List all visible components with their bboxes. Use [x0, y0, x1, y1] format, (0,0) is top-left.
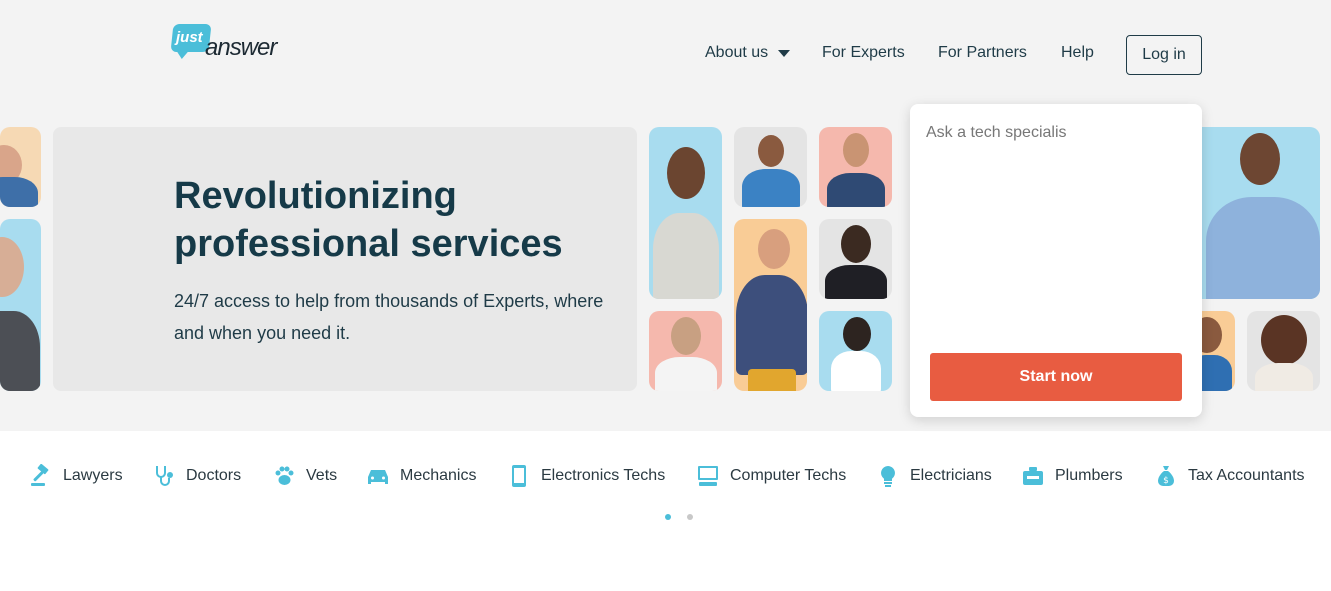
car-icon [368, 470, 388, 484]
gavel-icon [31, 464, 49, 486]
category-label: Computer Techs [730, 467, 847, 484]
category-label: Vets [306, 467, 338, 484]
nav-about-label: About us [705, 44, 769, 61]
nav-about-us[interactable]: About us [705, 44, 791, 62]
hero-headline: Revolutionizing professional services [174, 175, 563, 265]
expert-photo-tile [819, 311, 892, 391]
category-tax-accountants[interactable]: $ Tax Accountants [1154, 458, 1305, 494]
category-lawyers[interactable]: Lawyers [29, 458, 123, 494]
category-electricians[interactable]: Electricians [876, 458, 992, 494]
category-label: Lawyers [63, 467, 123, 484]
justanswer-logo[interactable]: just answer [170, 22, 292, 62]
chevron-down-icon [778, 49, 791, 57]
category-doctors[interactable]: Doctors [152, 458, 241, 494]
expert-photo-tile [819, 127, 892, 207]
svg-text:$: $ [1163, 476, 1169, 486]
expert-photo-tile [649, 311, 722, 391]
expert-photo-tile [0, 219, 41, 391]
toolbox-icon [1023, 467, 1043, 485]
stethoscope-icon [156, 466, 173, 486]
category-vets[interactable]: Vets [272, 458, 337, 494]
category-label: Tax Accountants [1188, 467, 1305, 484]
expert-photo-tile [649, 127, 722, 299]
category-plumbers[interactable]: Plumbers [1021, 458, 1123, 494]
category-label: Electronics Techs [541, 467, 666, 484]
category-label: Electricians [910, 467, 992, 484]
category-label: Mechanics [400, 467, 477, 484]
expert-photo-tile [734, 219, 807, 391]
category-mechanics[interactable]: Mechanics [366, 458, 476, 494]
expert-photo-tile [734, 127, 807, 207]
nav-help[interactable]: Help [1061, 44, 1094, 62]
question-input[interactable] [926, 124, 1186, 334]
paw-icon [275, 466, 294, 485]
expert-photo-tile [0, 127, 41, 207]
category-bar: Lawyers Doctors Vets Mechanics Electroni… [0, 458, 1331, 494]
hero-subline: 24/7 access to help from thousands of Ex… [174, 291, 604, 343]
logo-answer-text: answer [205, 34, 277, 61]
category-computer-techs[interactable]: Computer Techs [696, 458, 846, 494]
login-button[interactable]: Log in [1126, 35, 1202, 75]
lightbulb-icon [881, 466, 895, 487]
expert-photo-tile [819, 219, 892, 299]
computer-icon [698, 466, 718, 486]
ask-question-box: Start now [910, 104, 1202, 417]
expert-photo-tile [1202, 311, 1235, 391]
logo-just-text: just [176, 29, 203, 46]
phone-icon [512, 465, 526, 487]
nav-for-experts[interactable]: For Experts [822, 44, 905, 62]
carousel-dot-2[interactable] [687, 514, 693, 520]
money-bag-icon: $ [1158, 466, 1174, 486]
category-electronics-techs[interactable]: Electronics Techs [507, 458, 665, 494]
carousel-pagination [665, 514, 693, 520]
carousel-dot-1[interactable] [665, 514, 671, 520]
expert-photo-tile [1247, 311, 1320, 391]
category-label: Doctors [186, 467, 242, 484]
start-now-button[interactable]: Start now [930, 353, 1182, 401]
category-label: Plumbers [1055, 467, 1123, 484]
expert-photo-tile [1202, 127, 1320, 299]
nav-for-partners[interactable]: For Partners [938, 44, 1027, 62]
